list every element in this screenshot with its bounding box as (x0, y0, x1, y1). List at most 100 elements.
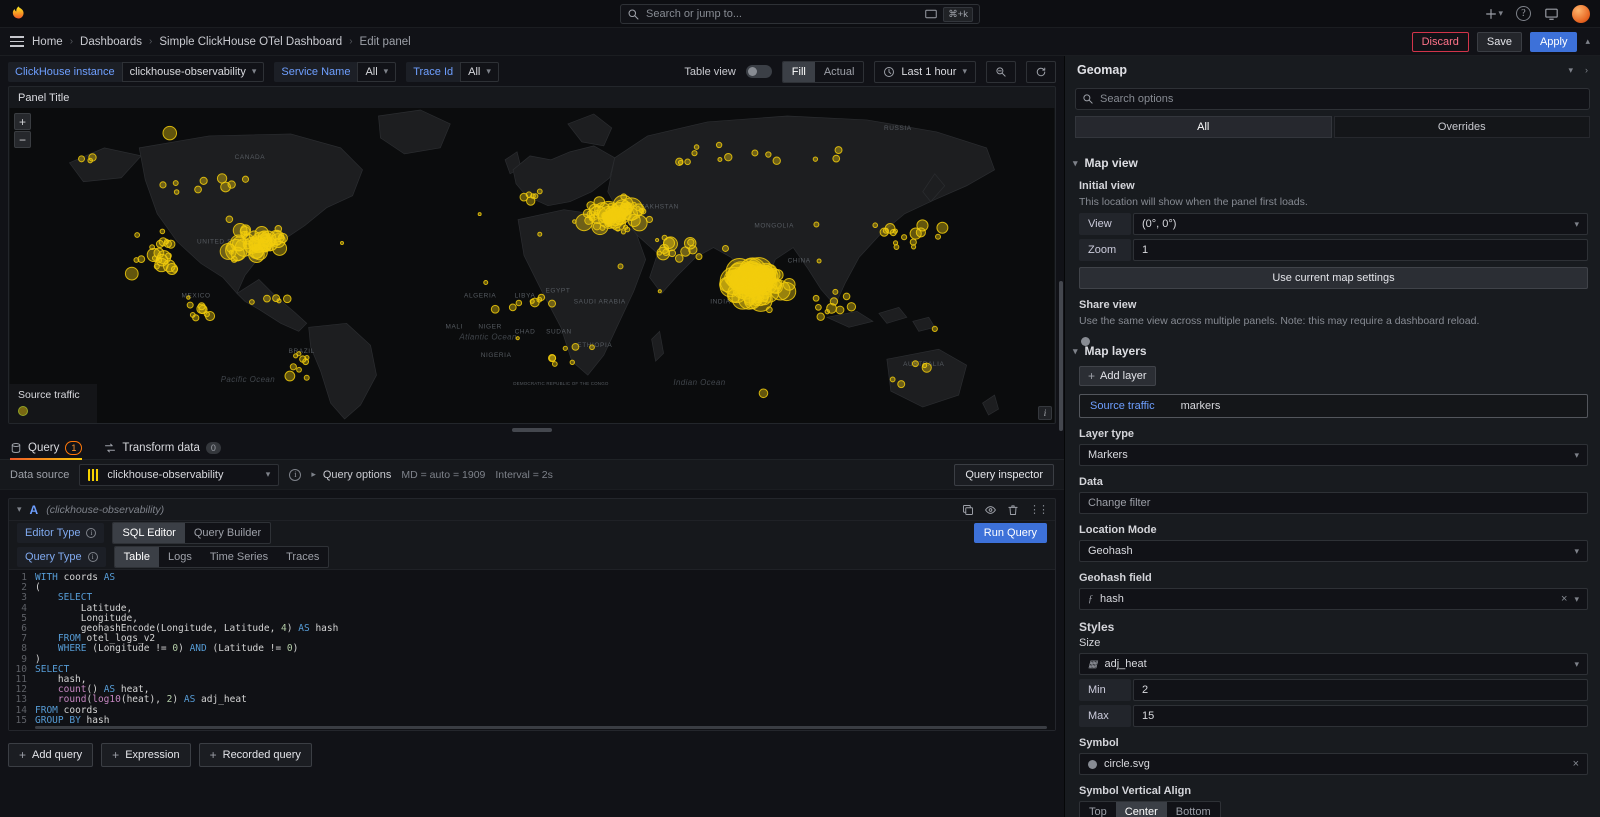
global-search-input[interactable] (646, 8, 919, 20)
actual-option[interactable]: Actual (815, 62, 864, 82)
breadcrumb-home[interactable]: Home (32, 36, 63, 48)
datasource-info-icon[interactable]: i (289, 469, 301, 481)
datasource-picker[interactable]: clickhouse-observability ▾ (79, 464, 279, 486)
chevron-down-icon[interactable]: ▾ (17, 505, 22, 514)
visualization-picker[interactable]: Geomap (1077, 63, 1127, 77)
clear-icon[interactable]: × (1573, 758, 1579, 770)
code-lines[interactable]: WITH coords AS( SELECT Latitude, Longitu… (35, 573, 1055, 726)
logs-option[interactable]: Logs (159, 547, 201, 567)
table-option[interactable]: Table (115, 547, 159, 567)
layer-name[interactable]: Source traffic (1090, 400, 1155, 412)
section-map-layers[interactable]: ▾Map layers (1073, 344, 1588, 358)
var-label: ClickHouse instance (8, 62, 122, 82)
table-view-toggle[interactable] (746, 65, 772, 78)
options-search[interactable] (1075, 88, 1590, 110)
var-trace-id[interactable]: Trace Id All▾ (406, 62, 499, 82)
sql-editor-option[interactable]: SQL Editor (113, 523, 184, 543)
sql-code-editor[interactable]: 123456789101112131415 WITH coords AS( SE… (9, 569, 1055, 730)
collapse-pane-icon[interactable]: › (1585, 66, 1588, 75)
recorded-query-button[interactable]: +Recorded query (199, 743, 312, 767)
geohash-field-select[interactable]: ƒhash×▾ (1079, 588, 1588, 610)
fill-option[interactable]: Fill (783, 62, 815, 82)
tab-transform-data[interactable]: Transform data 0 (104, 436, 221, 459)
grafana-logo[interactable] (10, 5, 27, 22)
refresh-button[interactable] (1026, 61, 1056, 83)
zoom-out-time-button[interactable] (986, 61, 1016, 83)
location-mode-select[interactable]: Geohash▾ (1079, 540, 1588, 562)
duplicate-query-icon[interactable] (962, 504, 974, 516)
global-search[interactable]: ⌘+k (620, 4, 980, 24)
query-header[interactable]: ▾ A (clickhouse-observability) ⋮⋮ (9, 499, 1055, 521)
time-series-option[interactable]: Time Series (201, 547, 277, 567)
map-attribution-icon[interactable]: i (1038, 406, 1052, 420)
apply-button[interactable]: Apply (1530, 32, 1578, 52)
panel-title[interactable]: Panel Title (9, 87, 1055, 108)
traces-option[interactable]: Traces (277, 547, 328, 567)
drag-handle[interactable]: ⋮⋮ (1029, 503, 1047, 516)
var-service-name[interactable]: Service Name All▾ (274, 62, 396, 82)
expression-button[interactable]: +Expression (101, 743, 190, 767)
use-current-map-settings-button[interactable]: Use current map settings (1079, 267, 1588, 289)
save-button[interactable]: Save (1477, 32, 1522, 52)
add-menu-button[interactable]: ▾ (1484, 7, 1503, 21)
help-icon[interactable]: ? (1516, 6, 1531, 21)
initial-view-label: Initial view (1079, 180, 1588, 192)
svg-text:MONGOLIA: MONGOLIA (754, 223, 794, 230)
layer-row[interactable]: Source traffic markers (1079, 394, 1588, 418)
breadcrumb-dashboard-name[interactable]: Simple ClickHouse OTel Dashboard (159, 36, 342, 48)
scrollbar[interactable] (1059, 281, 1063, 431)
clear-icon[interactable]: × (1561, 593, 1567, 605)
map-zoom-out-button[interactable]: − (14, 131, 31, 148)
discard-button[interactable]: Discard (1412, 32, 1469, 52)
valign-bottom-option[interactable]: Bottom (1167, 802, 1220, 817)
tab-query[interactable]: Query 1 (10, 436, 82, 459)
database-icon (10, 442, 22, 454)
chevron-down-icon: ▾ (1574, 547, 1579, 556)
zoom-input[interactable] (1133, 239, 1588, 261)
layer-type-select[interactable]: Markers▾ (1079, 444, 1588, 466)
remove-query-icon[interactable] (1007, 504, 1019, 516)
svg-text:CHAD: CHAD (515, 328, 536, 335)
world-map[interactable]: RUSSIACANADAUNITED STATESMEXICOKAZAKHSTA… (9, 108, 1055, 423)
legend-symbol (18, 406, 28, 416)
panel-resize-handle[interactable] (0, 424, 1064, 436)
min-input[interactable] (1133, 679, 1588, 701)
var-clickhouse-instance[interactable]: ClickHouse instance clickhouse-observabi… (8, 62, 264, 82)
chevron-down-icon[interactable]: ▾ (1568, 66, 1573, 75)
valign-top-option[interactable]: Top (1080, 802, 1116, 817)
geomap-panel[interactable]: Panel Title (8, 86, 1056, 424)
run-query-button[interactable]: Run Query (974, 523, 1047, 543)
symbol-select[interactable]: circle.svg× (1079, 753, 1588, 775)
layer-kind: markers (1181, 400, 1221, 412)
avatar[interactable] (1572, 5, 1590, 23)
query-editor-card: ▾ A (clickhouse-observability) ⋮⋮ Editor… (8, 498, 1056, 731)
tab-all[interactable]: All (1075, 116, 1332, 138)
options-scroll-area[interactable]: ▾Map view Initial view This location wil… (1065, 138, 1600, 817)
add-query-button[interactable]: +Add query (8, 743, 93, 767)
chevron-down-icon: ▾ (486, 67, 491, 76)
plus-icon: + (19, 748, 26, 762)
max-input[interactable] (1133, 705, 1588, 727)
query-builder-option[interactable]: Query Builder (185, 523, 270, 543)
map-zoom-in-button[interactable]: + (14, 113, 31, 130)
time-range-picker[interactable]: Last 1 hour ▾ (874, 61, 976, 83)
options-search-input[interactable] (1100, 93, 1583, 105)
menu-toggle-icon[interactable] (10, 36, 24, 47)
valign-center-option[interactable]: Center (1116, 802, 1167, 817)
breadcrumb-dashboards[interactable]: Dashboards (80, 36, 142, 48)
horizontal-scrollbar[interactable] (35, 726, 1047, 729)
collapse-top-icon[interactable]: ▴ (1585, 37, 1590, 46)
initial-view-desc: This location will show when the panel f… (1079, 195, 1588, 209)
query-inspector-button[interactable]: Query inspector (954, 464, 1054, 486)
size-field-select[interactable]: ▦adj_heat▾ (1079, 653, 1588, 675)
tab-overrides[interactable]: Overrides (1334, 116, 1591, 138)
section-map-view[interactable]: ▾Map view (1073, 156, 1588, 170)
view-select[interactable]: (0°, 0°)▾ (1133, 213, 1588, 235)
chevron-down-icon: ▾ (1073, 159, 1078, 168)
add-layer-button[interactable]: +Add layer (1079, 366, 1156, 386)
data-filter[interactable]: Change filter (1079, 492, 1588, 514)
query-options-toggle[interactable]: ▸ Query options (311, 469, 391, 481)
share-view-desc: Use the same view across multiple panels… (1079, 314, 1588, 328)
hide-response-icon[interactable] (984, 504, 997, 516)
monitor-icon[interactable] (1544, 7, 1559, 21)
